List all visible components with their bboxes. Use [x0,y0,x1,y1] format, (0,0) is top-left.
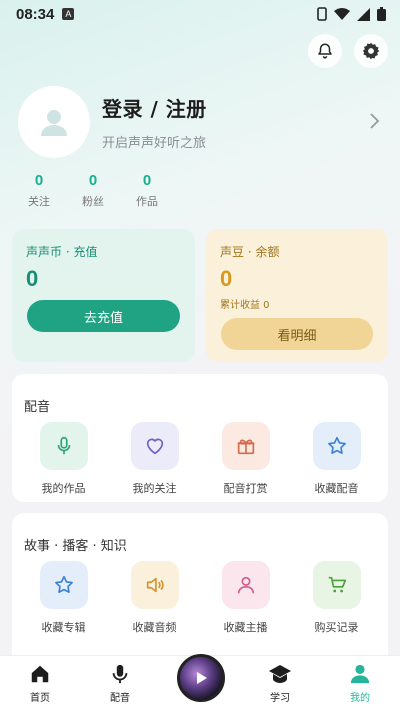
beans-card[interactable]: 声豆 · 余额 0 累计收益 0 看明细 [206,229,388,362]
cart-icon [312,561,361,609]
login-register-title[interactable]: 登录 / 注册 [102,93,207,122]
tab-label: 学习 [270,693,290,704]
favorite-hosts-item[interactable]: 收藏主播 [203,561,289,635]
stat-label: 作品 [136,195,158,208]
person-icon [221,561,270,609]
settings-button[interactable] [354,34,388,68]
mic-icon [112,664,128,684]
profile-header[interactable]: 登录 / 注册 开启声声好听之旅 [18,86,382,158]
chevron-right-icon[interactable] [368,112,380,130]
stat-label: 粉丝 [82,195,104,208]
status-bar: 08:34 A [0,0,400,28]
status-time: 08:34 [16,5,55,23]
beans-amount: 0 [220,266,233,291]
total-earnings: 累计收益 0 [220,300,270,311]
favorite-albums-item[interactable]: 收藏专辑 [21,561,107,635]
item-label: 收藏主播 [223,621,268,634]
battery-icon [377,7,386,21]
avatar[interactable] [18,86,90,158]
beans-title: 声豆 · 余额 [220,245,280,259]
notifications-button[interactable] [308,34,342,68]
tab-label: 配音 [110,693,130,704]
notification-badge-icon: A [62,8,75,20]
purchase-records-item[interactable]: 购买记录 [294,561,380,635]
item-label: 收藏音频 [132,621,177,634]
tab-learning[interactable]: 学习 [245,663,315,704]
tab-dubbing[interactable]: 配音 [85,663,155,704]
my-works-item[interactable]: 我的作品 [21,422,107,496]
stat-value: 0 [34,172,44,189]
item-label: 收藏专辑 [41,621,86,634]
tab-label: 我的 [350,693,370,704]
item-label: 我的作品 [41,482,86,495]
default-avatar-icon [41,110,67,136]
gift-icon [221,422,270,470]
coins-card[interactable]: 声声币 · 充值 0 去充值 [12,229,195,362]
mini-player-button[interactable] [177,654,225,702]
gear-icon [362,42,380,60]
item-label: 购买记录 [314,621,359,634]
view-details-button[interactable]: 看明细 [221,318,373,350]
recharge-button[interactable]: 去充值 [27,300,180,332]
coins-title: 声声币 · 充值 [26,245,98,259]
tab-mine[interactable]: 我的 [325,663,395,704]
stat-value: 0 [142,172,152,189]
stat-followers[interactable]: 0 粉丝 [66,172,120,209]
favorite-audio-item[interactable]: 收藏音频 [112,561,198,635]
home-icon [31,665,49,683]
login-subtitle: 开启声声好听之旅 [102,136,207,151]
profile-stats: 0 关注 0 粉丝 0 作品 [12,172,174,209]
coins-amount: 0 [26,266,39,291]
tab-home[interactable]: 首页 [5,663,75,704]
stat-following[interactable]: 0 关注 [12,172,66,209]
star-icon [312,422,361,470]
graduation-cap-icon [269,665,291,683]
play-icon [197,672,207,684]
my-following-item[interactable]: 我的关注 [112,422,198,496]
mic-icon [39,422,88,470]
wifi-icon [334,7,350,20]
stat-value: 0 [88,172,98,189]
item-label: 配音打赏 [223,482,268,495]
cell-signal-icon [357,7,370,21]
item-label: 我的关注 [132,482,177,495]
heart-icon [130,422,179,470]
stories-section: 故事 · 播客 · 知识 收藏专辑 收藏音频 收藏主播 购买记录 [12,513,388,677]
person-icon [350,664,370,684]
dubbing-tips-item[interactable]: 配音打赏 [203,422,289,496]
item-label: 收藏配音 [314,482,359,495]
section-title: 故事 · 播客 · 知识 [24,539,127,554]
section-title: 配音 [24,400,51,415]
star-icon [39,561,88,609]
favorite-dubbing-item[interactable]: 收藏配音 [294,422,380,496]
dubbing-section: 配音 我的作品 我的关注 配音打赏 收藏配音 [12,374,388,502]
stat-works[interactable]: 0 作品 [120,172,174,209]
battery-saver-icon [317,7,327,21]
top-actions [308,34,388,68]
stat-label: 关注 [28,195,50,208]
tab-label: 首页 [30,693,50,704]
speaker-icon [130,561,179,609]
bell-icon [318,43,332,59]
